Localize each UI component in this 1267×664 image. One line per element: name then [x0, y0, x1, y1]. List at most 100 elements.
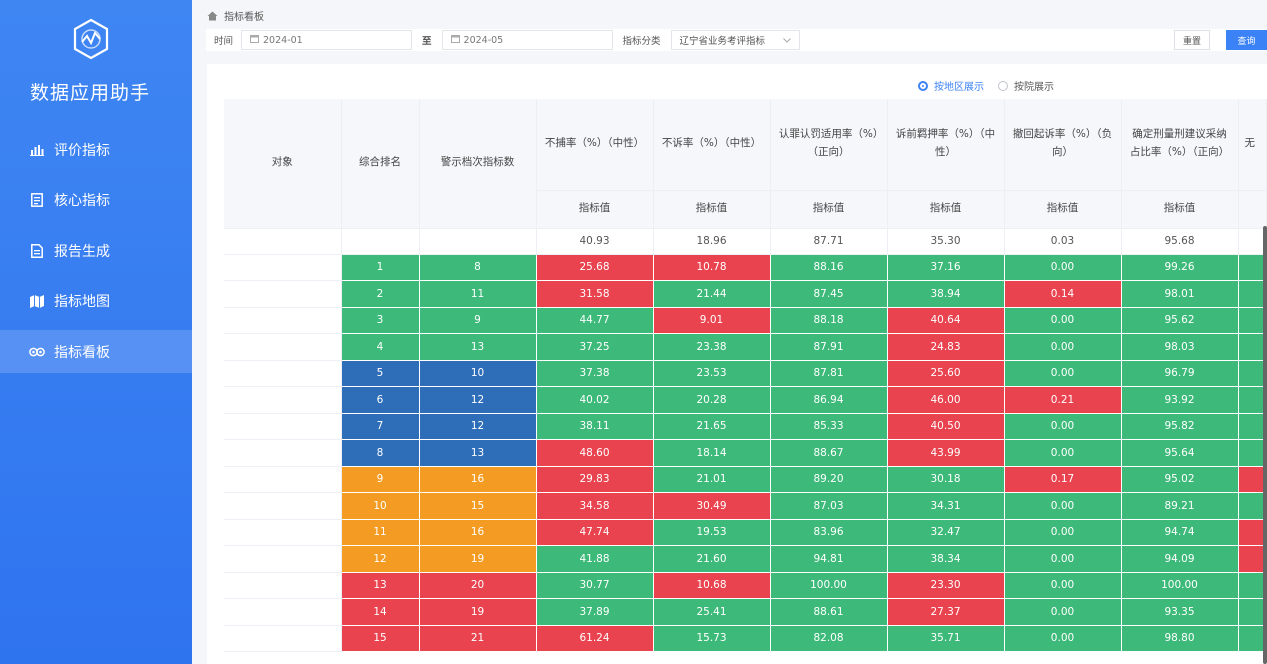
category-select[interactable]: 辽宁省业务考评指标 [670, 30, 801, 50]
table-row[interactable]: 10 15 34.58 30.49 87.03 34.31 0.00 89.21 [224, 492, 1267, 520]
category-label: 指标分类 [622, 36, 661, 47]
table-row[interactable]: 3 9 44.77 9.01 88.18 40.64 0.00 95.62 [224, 307, 1267, 334]
table-row[interactable]: 5 10 37.38 23.53 87.81 25.60 0.00 96.79 [224, 360, 1267, 387]
vertical-scrollbar[interactable] [1263, 226, 1267, 664]
warn-cell: 16 [419, 466, 537, 493]
indicator-value-cell: 93.92 [1121, 386, 1239, 414]
col-header-no-arrest-rate: 不捕率（%）（中性） [536, 99, 654, 191]
view-mode-court[interactable]: 按院展示 [998, 78, 1054, 93]
sidebar-item-label: 报告生成 [54, 243, 110, 260]
sidebar-item-dashboard[interactable]: 指标看板 [0, 330, 192, 373]
sidebar-item-core[interactable]: 核心指标 [0, 179, 192, 222]
object-cell [224, 360, 342, 387]
sidebar-item-label: 指标地图 [54, 294, 110, 310]
home-icon[interactable] [207, 11, 218, 21]
radio-unselected-icon [998, 80, 1008, 91]
indicator-value-cell: 30.18 [887, 466, 1005, 493]
rank-cell: 15 [341, 625, 420, 652]
indicator-value-cell: 87.91 [770, 333, 888, 361]
indicator-value-cell: 0.00 [1004, 360, 1122, 387]
indicator-value-cell: 30.49 [653, 492, 771, 520]
indicator-value-cell: 89.21 [1121, 492, 1239, 520]
indicator-value-cell: 0.00 [1004, 545, 1122, 573]
warn-cell: 10 [419, 360, 537, 387]
avg-cell: 40.93 [536, 228, 654, 255]
indicator-value-cell: 95.82 [1121, 413, 1239, 440]
object-cell [224, 572, 342, 599]
sidebar-item-map[interactable]: 指标地图 [0, 280, 192, 323]
table-row[interactable]: 1 8 25.68 10.78 88.16 37.16 0.00 99.26 [224, 254, 1267, 281]
indicator-value-cell: 32.47 [887, 519, 1005, 546]
indicator-value-cell: 18.14 [653, 439, 771, 467]
app-title: 数据应用助手 [29, 82, 150, 104]
rank-cell: 5 [341, 360, 420, 387]
indicator-value-cell: 31.58 [536, 280, 654, 308]
table-row[interactable]: 6 12 40.02 20.28 86.94 46.00 0.21 93.92 [224, 386, 1267, 414]
warn-cell: 16 [419, 519, 537, 546]
indicator-value-cell: 19.53 [653, 519, 771, 546]
object-cell [224, 333, 342, 361]
table-row[interactable]: 7 12 38.11 21.65 85.33 40.50 0.00 95.82 [224, 413, 1267, 440]
indicator-value-cell: 30.77 [536, 572, 654, 599]
indicator-value-cell: 89.20 [770, 466, 888, 493]
table-row[interactable]: 11 16 47.74 19.53 83.96 32.47 0.00 94.74 [224, 519, 1267, 546]
object-cell [224, 466, 342, 493]
warn-cell: 12 [419, 386, 537, 414]
indicator-value-cell: 0.17 [1004, 466, 1122, 493]
time-label: 时间 [214, 36, 234, 47]
start-date-field[interactable]: 2024-01 [241, 30, 413, 50]
end-date-field[interactable]: 2024-05 [441, 30, 613, 50]
object-cell [224, 386, 342, 414]
object-cell [224, 598, 342, 626]
object-cell [224, 439, 342, 467]
table-row[interactable]: 13 20 30.77 10.68 100.00 23.30 0.00 100.00 [224, 572, 1267, 599]
indicator-value-cell: 0.14 [1004, 280, 1122, 308]
truncated-value-cell [1238, 413, 1267, 440]
indicator-value-cell: 0.00 [1004, 625, 1122, 652]
indicator-value-cell: 0.00 [1004, 333, 1122, 361]
radio-selected-icon [918, 80, 928, 91]
view-mode-region[interactable]: 按地区展示 [918, 78, 984, 93]
chevron-down-icon [783, 35, 791, 46]
query-button[interactable]: 查询 [1226, 30, 1267, 50]
indicator-value-cell: 24.83 [887, 333, 1005, 361]
indicator-value-cell: 98.80 [1121, 625, 1239, 652]
table-row[interactable]: 4 13 37.25 23.38 87.91 24.83 0.00 98.03 [224, 333, 1267, 361]
col-header-sentencing-adoption-rate: 确定刑量刑建议采纳占比率（%）（正向） [1121, 99, 1239, 191]
rank-cell: 12 [341, 545, 420, 573]
subheader-value: 指标值 [1121, 190, 1239, 229]
eye-icon [28, 347, 46, 357]
indicator-value-cell: 88.67 [770, 439, 888, 467]
table-row[interactable]: 2 11 31.58 21.44 87.45 38.94 0.14 98.01 [224, 280, 1267, 308]
sidebar-item-report[interactable]: 报告生成 [0, 229, 192, 272]
table-row[interactable]: 14 19 37.89 25.41 88.61 27.37 0.00 93.35 [224, 598, 1267, 626]
indicator-value-cell: 93.35 [1121, 598, 1239, 626]
view-mode-label: 按地区展示 [934, 82, 984, 93]
table-row[interactable]: 15 21 61.24 15.73 82.08 35.71 0.00 98.80 [224, 625, 1267, 652]
truncated-value-cell [1238, 439, 1267, 467]
truncated-value-cell [1238, 254, 1267, 281]
truncated-value-cell [1238, 280, 1267, 308]
sidebar-item-evaluation[interactable]: 评价指标 [0, 128, 192, 171]
reset-button[interactable]: 重置 [1174, 30, 1210, 50]
indicator-value-cell: 23.30 [887, 572, 1005, 599]
sidebar-item-label: 核心指标 [54, 193, 110, 209]
table-row[interactable]: 12 19 41.88 21.60 94.81 38.34 0.00 94.09 [224, 545, 1267, 573]
indicator-value-cell: 38.94 [887, 280, 1005, 308]
subheader-value: 指标值 [887, 190, 1005, 229]
table-row[interactable]: 9 16 29.83 21.01 89.20 30.18 0.17 95.02 [224, 466, 1267, 493]
indicator-value-cell: 87.45 [770, 280, 888, 308]
start-date-value: 2024-01 [263, 34, 303, 46]
indicator-value-cell: 37.16 [887, 254, 1005, 281]
indicator-value-cell: 34.31 [887, 492, 1005, 520]
rank-cell: 8 [341, 439, 420, 467]
indicator-value-cell: 0.21 [1004, 386, 1122, 414]
table-row[interactable]: 8 13 48.60 18.14 88.67 43.99 0.00 95.64 [224, 439, 1267, 467]
indicator-value-cell: 21.65 [653, 413, 771, 440]
warn-cell: 13 [419, 439, 537, 467]
truncated-value-cell [1238, 625, 1267, 652]
to-label: 至 [422, 36, 432, 47]
indicator-value-cell: 10.68 [653, 572, 771, 599]
indicator-value-cell: 46.00 [887, 386, 1005, 414]
object-cell [224, 545, 342, 573]
